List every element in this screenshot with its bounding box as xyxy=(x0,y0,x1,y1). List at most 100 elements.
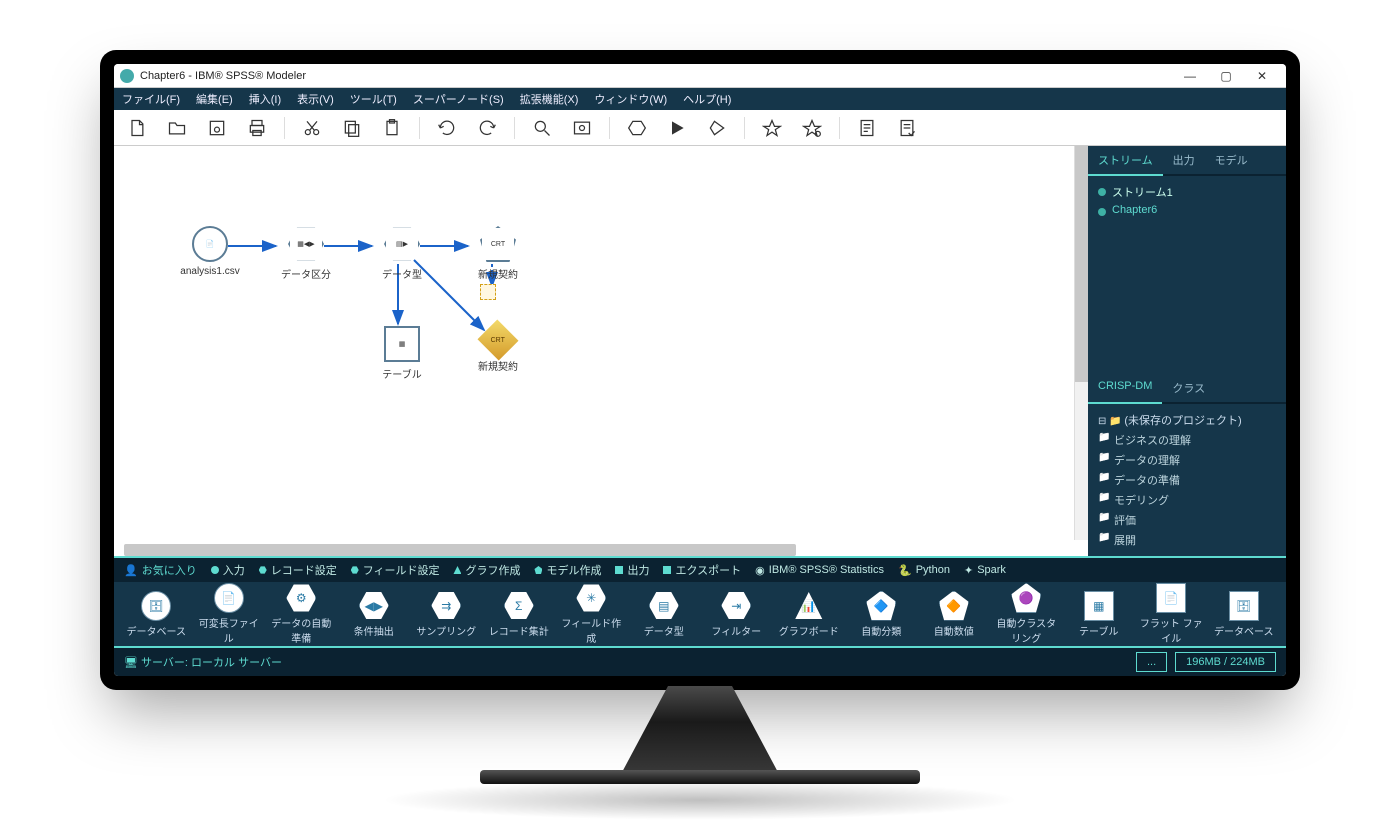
memory-indicator: 196MB / 224MB xyxy=(1175,652,1276,672)
run-selection-icon[interactable] xyxy=(704,115,730,141)
properties-icon[interactable] xyxy=(569,115,595,141)
palette-item[interactable]: ⇉サンプリング xyxy=(412,591,481,638)
node-label: データ型 xyxy=(372,266,432,281)
window-titlebar: Chapter6 - IBM® SPSS® Modeler — ▢ ✕ xyxy=(114,64,1286,88)
cut-icon[interactable] xyxy=(299,115,325,141)
canvas-node-partition[interactable]: ▦◀▶ データ区分 xyxy=(276,226,336,281)
maximize-button[interactable]: ▢ xyxy=(1208,69,1244,83)
node-label: テーブル xyxy=(372,366,432,381)
node-label: データ区分 xyxy=(276,266,336,281)
report-icon[interactable] xyxy=(854,115,880,141)
crisp-phase[interactable]: 評価 xyxy=(1098,510,1276,530)
palette-item[interactable]: ▦テーブル xyxy=(1065,591,1134,638)
palette-cat-model[interactable]: モデル作成 xyxy=(534,562,601,578)
palette-item[interactable]: 🔶自動数値 xyxy=(920,591,989,638)
canvas-node-type[interactable]: ▤▶ データ型 xyxy=(372,226,432,281)
crisp-phase[interactable]: データの準備 xyxy=(1098,470,1276,490)
palette-item[interactable]: ◀▶条件抽出 xyxy=(340,591,409,638)
managers-tabs: ストリーム 出力 モデル xyxy=(1088,146,1286,176)
paste-icon[interactable] xyxy=(379,115,405,141)
palette-cat-spark[interactable]: ✦Spark xyxy=(964,564,1006,577)
stream-item[interactable]: ストリーム1 xyxy=(1098,182,1276,202)
palette-item[interactable]: ⚙データの自動準備 xyxy=(267,583,336,645)
menu-insert[interactable]: 挿入(I) xyxy=(249,91,281,107)
menu-edit[interactable]: 編集(E) xyxy=(196,91,233,107)
palette-cat-python[interactable]: 🐍Python xyxy=(898,564,950,577)
palette-cat-graph[interactable]: グラフ作成 xyxy=(453,562,520,578)
canvas-node-source[interactable]: 📄 analysis1.csv xyxy=(180,226,240,277)
palette-item[interactable]: 📄フラット ファイル xyxy=(1137,583,1206,645)
canvas-horizontal-scrollbar[interactable] xyxy=(124,544,796,556)
crisp-phase[interactable]: モデリング xyxy=(1098,490,1276,510)
crisp-phase[interactable]: 展開 xyxy=(1098,530,1276,550)
tab-classes[interactable]: クラス xyxy=(1162,374,1215,402)
menu-bar: ファイル(F) 編集(E) 挿入(I) 表示(V) ツール(T) スーパーノード… xyxy=(114,88,1286,110)
report-settings-icon[interactable] xyxy=(894,115,920,141)
palette-categories: 👤お気に入り 入力 レコード設定 フィールド設定 グラフ作成 モデル作成 出力 … xyxy=(114,556,1286,582)
palette-cat-field[interactable]: フィールド設定 xyxy=(351,562,440,578)
palette-item[interactable]: ▤データ型 xyxy=(630,591,699,638)
crisp-phase[interactable]: ビジネスの理解 xyxy=(1098,430,1276,450)
node-icon[interactable] xyxy=(624,115,650,141)
menu-view[interactable]: 表示(V) xyxy=(297,91,334,107)
new-stream-icon[interactable] xyxy=(124,115,150,141)
status-ellipsis-button[interactable]: ... xyxy=(1136,652,1167,672)
palette-item[interactable]: 📊グラフボード xyxy=(775,591,844,638)
open-icon[interactable] xyxy=(164,115,190,141)
minimize-button[interactable]: — xyxy=(1172,69,1208,83)
redo-icon[interactable] xyxy=(474,115,500,141)
screen: Chapter6 - IBM® SPSS® Modeler — ▢ ✕ ファイル… xyxy=(114,64,1286,676)
canvas-node-generated-link[interactable] xyxy=(468,284,508,300)
app-icon xyxy=(120,69,134,83)
undo-icon[interactable] xyxy=(434,115,460,141)
favorite-add-icon[interactable] xyxy=(799,115,825,141)
save-icon[interactable] xyxy=(204,115,230,141)
print-icon[interactable] xyxy=(244,115,270,141)
canvas-node-crt-nugget[interactable]: CRT 新規契約 xyxy=(468,326,528,373)
right-panel: ストリーム 出力 モデル ストリーム1 Chapter6 CRISP-DM クラ… xyxy=(1088,146,1286,556)
palette-item[interactable]: 🔷自動分類 xyxy=(847,591,916,638)
palette-cat-export[interactable]: エクスポート xyxy=(663,562,741,578)
canvas-vertical-scrollbar[interactable] xyxy=(1074,146,1088,540)
crisp-phase[interactable]: データの理解 xyxy=(1098,450,1276,470)
palette-item[interactable]: 🟣自動クラスタリング xyxy=(992,583,1061,645)
run-icon[interactable] xyxy=(664,115,690,141)
canvas-node-table[interactable]: ▦ テーブル xyxy=(372,326,432,381)
menu-help[interactable]: ヘルプ(H) xyxy=(683,91,731,107)
palette-cat-output[interactable]: 出力 xyxy=(615,562,649,578)
stream-canvas[interactable]: 📄 analysis1.csv ▦◀▶ データ区分 ▤▶ データ型 CRT 新規… xyxy=(114,146,1088,556)
crisp-dm-tree: (未保存のプロジェクト) ビジネスの理解 データの理解 データの準備 モデリング… xyxy=(1088,404,1286,556)
node-palette: 🗄データベース 📄可変長ファイル ⚙データの自動準備 ◀▶条件抽出 ⇉サンプリン… xyxy=(114,582,1286,646)
server-status: サーバー: ローカル サーバー xyxy=(141,654,282,670)
palette-cat-input[interactable]: 入力 xyxy=(211,562,245,578)
close-button[interactable]: ✕ xyxy=(1244,69,1280,83)
copy-icon[interactable] xyxy=(339,115,365,141)
canvas-node-crt-model[interactable]: CRT 新規契約 xyxy=(468,226,528,281)
palette-cat-record[interactable]: レコード設定 xyxy=(259,562,337,578)
palette-cat-stats[interactable]: ◉IBM® SPSS® Statistics xyxy=(755,564,884,577)
search-icon[interactable] xyxy=(529,115,555,141)
tab-models[interactable]: モデル xyxy=(1205,146,1258,174)
palette-item[interactable]: 📄可変長ファイル xyxy=(195,583,264,645)
stream-item[interactable]: Chapter6 xyxy=(1098,202,1276,218)
palette-item[interactable]: ✳フィールド作成 xyxy=(557,583,626,645)
menu-extensions[interactable]: 拡張機能(X) xyxy=(520,91,579,107)
palette-item[interactable]: Σレコード集計 xyxy=(485,591,554,638)
palette-item[interactable]: 🗄データベース xyxy=(1210,591,1279,638)
palette-item[interactable]: ⇥フィルター xyxy=(702,591,771,638)
server-icon: 🖥 xyxy=(124,656,138,669)
window-title: Chapter6 - IBM® SPSS® Modeler xyxy=(140,70,306,82)
tab-streams[interactable]: ストリーム xyxy=(1088,146,1163,176)
palette-item[interactable]: 🗄データベース xyxy=(122,591,191,638)
menu-supernode[interactable]: スーパーノード(S) xyxy=(413,91,504,107)
tab-crisp-dm[interactable]: CRISP-DM xyxy=(1088,374,1162,404)
menu-file[interactable]: ファイル(F) xyxy=(122,91,180,107)
monitor-stand-base xyxy=(480,770,920,784)
toolbar xyxy=(114,110,1286,146)
menu-tools[interactable]: ツール(T) xyxy=(350,91,397,107)
tab-output[interactable]: 出力 xyxy=(1163,146,1205,174)
menu-window[interactable]: ウィンドウ(W) xyxy=(594,91,667,107)
palette-cat-favorites[interactable]: 👤お気に入り xyxy=(124,562,197,578)
project-root[interactable]: (未保存のプロジェクト) xyxy=(1098,410,1276,430)
favorite-icon[interactable] xyxy=(759,115,785,141)
